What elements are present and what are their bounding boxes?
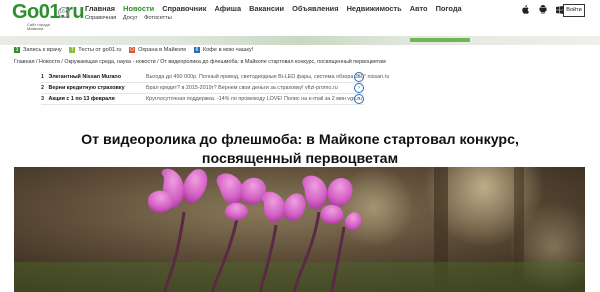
subnav-item-photosets[interactable]: Фотосетты xyxy=(144,15,172,21)
breadcrumb-current: От видеоролика до флешмоба: в Майкопе ст… xyxy=(160,59,386,65)
breadcrumb-news[interactable]: Новости xyxy=(39,59,60,65)
ad-item[interactable]: 1 Элегантный Nissan Murano Выгода до 450… xyxy=(41,72,389,83)
quick-links: 3 Запись к врачу T Тесты от go01.ru О Охран… xyxy=(14,47,259,53)
ad-block: 1 Элегантный Nissan Murano Выгода до 450… xyxy=(41,72,389,105)
breadcrumb-home[interactable]: Главная xyxy=(14,59,35,65)
chevron-right-icon[interactable]: › xyxy=(354,72,364,82)
cyclamen-photo-art xyxy=(14,167,585,292)
quick-link-security[interactable]: О Охрана в Майкопе xyxy=(129,47,186,53)
breadcrumb-category[interactable]: Окружающая среда, наука - новости xyxy=(64,59,155,65)
main-nav: Главная Новости Справочник Афиша Ваканси… xyxy=(85,4,468,13)
nav-item-jobs[interactable]: Вакансии xyxy=(249,4,284,13)
quick-link-label: Кофе в мою чашку! xyxy=(202,47,254,53)
quick-link-tests[interactable]: T Тесты от go01.ru xyxy=(69,47,122,53)
subnav-item-reference[interactable]: Справочная xyxy=(85,15,116,21)
top-banner[interactable] xyxy=(0,36,600,45)
nav-item-home[interactable]: Главная xyxy=(85,4,115,13)
article-title: От видеоролика до флешмоба: в Майкопе ст… xyxy=(81,131,519,167)
apple-icon[interactable] xyxy=(519,5,531,16)
quick-link-doctor[interactable]: 3 Запись к врачу xyxy=(14,47,62,53)
logo-tagline: Сайт города Майкопа xyxy=(27,22,50,31)
security-icon: О xyxy=(129,47,136,53)
quick-link-label: Тесты от go01.ru xyxy=(78,47,122,53)
breadcrumb: Главная / Новости / Окружающая среда, на… xyxy=(14,59,386,65)
sub-nav: Справочная Досуг Фотосетты xyxy=(85,15,177,21)
chevron-right-icon[interactable]: › xyxy=(354,94,364,104)
nav-item-auto[interactable]: Авто xyxy=(410,4,428,13)
subnav-item-leisure[interactable]: Досуг xyxy=(123,15,138,21)
nav-item-classifieds[interactable]: Объявления xyxy=(292,4,338,13)
quick-link-coffee[interactable]: К Кофе в мою чашку! xyxy=(193,47,254,53)
age-badge: 16+ xyxy=(58,7,69,18)
quick-link-label: Запись к врачу xyxy=(23,47,62,53)
site-logo[interactable]: Go01.ru 16+ Сайт города Майкопа xyxy=(12,1,85,33)
ad-title[interactable]: Элегантный Nissan Murano xyxy=(49,72,145,82)
coffee-icon: К xyxy=(193,47,200,53)
doctor-icon: 3 xyxy=(14,47,20,53)
android-icon[interactable] xyxy=(537,5,549,16)
article-photo xyxy=(14,167,585,292)
ad-description: Круглосуточная поддержка. -14% по промок… xyxy=(146,96,363,102)
ad-description: Выгода до 450 000р. Полный привод, свето… xyxy=(146,74,390,80)
nav-item-news[interactable]: Новости xyxy=(123,4,154,13)
ad-number: 1 xyxy=(41,74,44,80)
chevron-right-icon[interactable]: › xyxy=(354,83,364,93)
nav-item-events[interactable]: Афиша xyxy=(214,4,241,13)
ad-item[interactable]: 2 Верни кредитную страховку Брал кредит?… xyxy=(41,83,364,94)
app-icons xyxy=(519,5,569,16)
nav-item-weather[interactable]: Погода xyxy=(436,4,462,13)
site-header: Go01.ru 16+ Сайт города Майкопа Главная … xyxy=(0,0,600,36)
logo-text: Go01.ru xyxy=(12,1,85,23)
ad-number: 2 xyxy=(41,85,44,91)
quick-link-label: Охрана в Майкопе xyxy=(138,47,187,53)
ad-title[interactable]: Верни кредитную страховку xyxy=(49,83,145,93)
nav-item-directory[interactable]: Справочник xyxy=(162,4,206,13)
ad-title[interactable]: Акция с 1 по 13 февраля xyxy=(49,94,145,104)
ad-item[interactable]: 3 Акция с 1 по 13 февраля Круглосуточная… xyxy=(41,94,364,105)
nav-item-realty[interactable]: Недвижимость xyxy=(347,4,402,13)
ad-description: Брал кредит? в 2015-2019г? Вернем свои д… xyxy=(146,85,338,91)
login-button[interactable]: Войти xyxy=(563,4,585,17)
tests-icon: T xyxy=(69,47,76,53)
banner-accent xyxy=(410,38,470,42)
ad-number: 3 xyxy=(41,96,44,102)
